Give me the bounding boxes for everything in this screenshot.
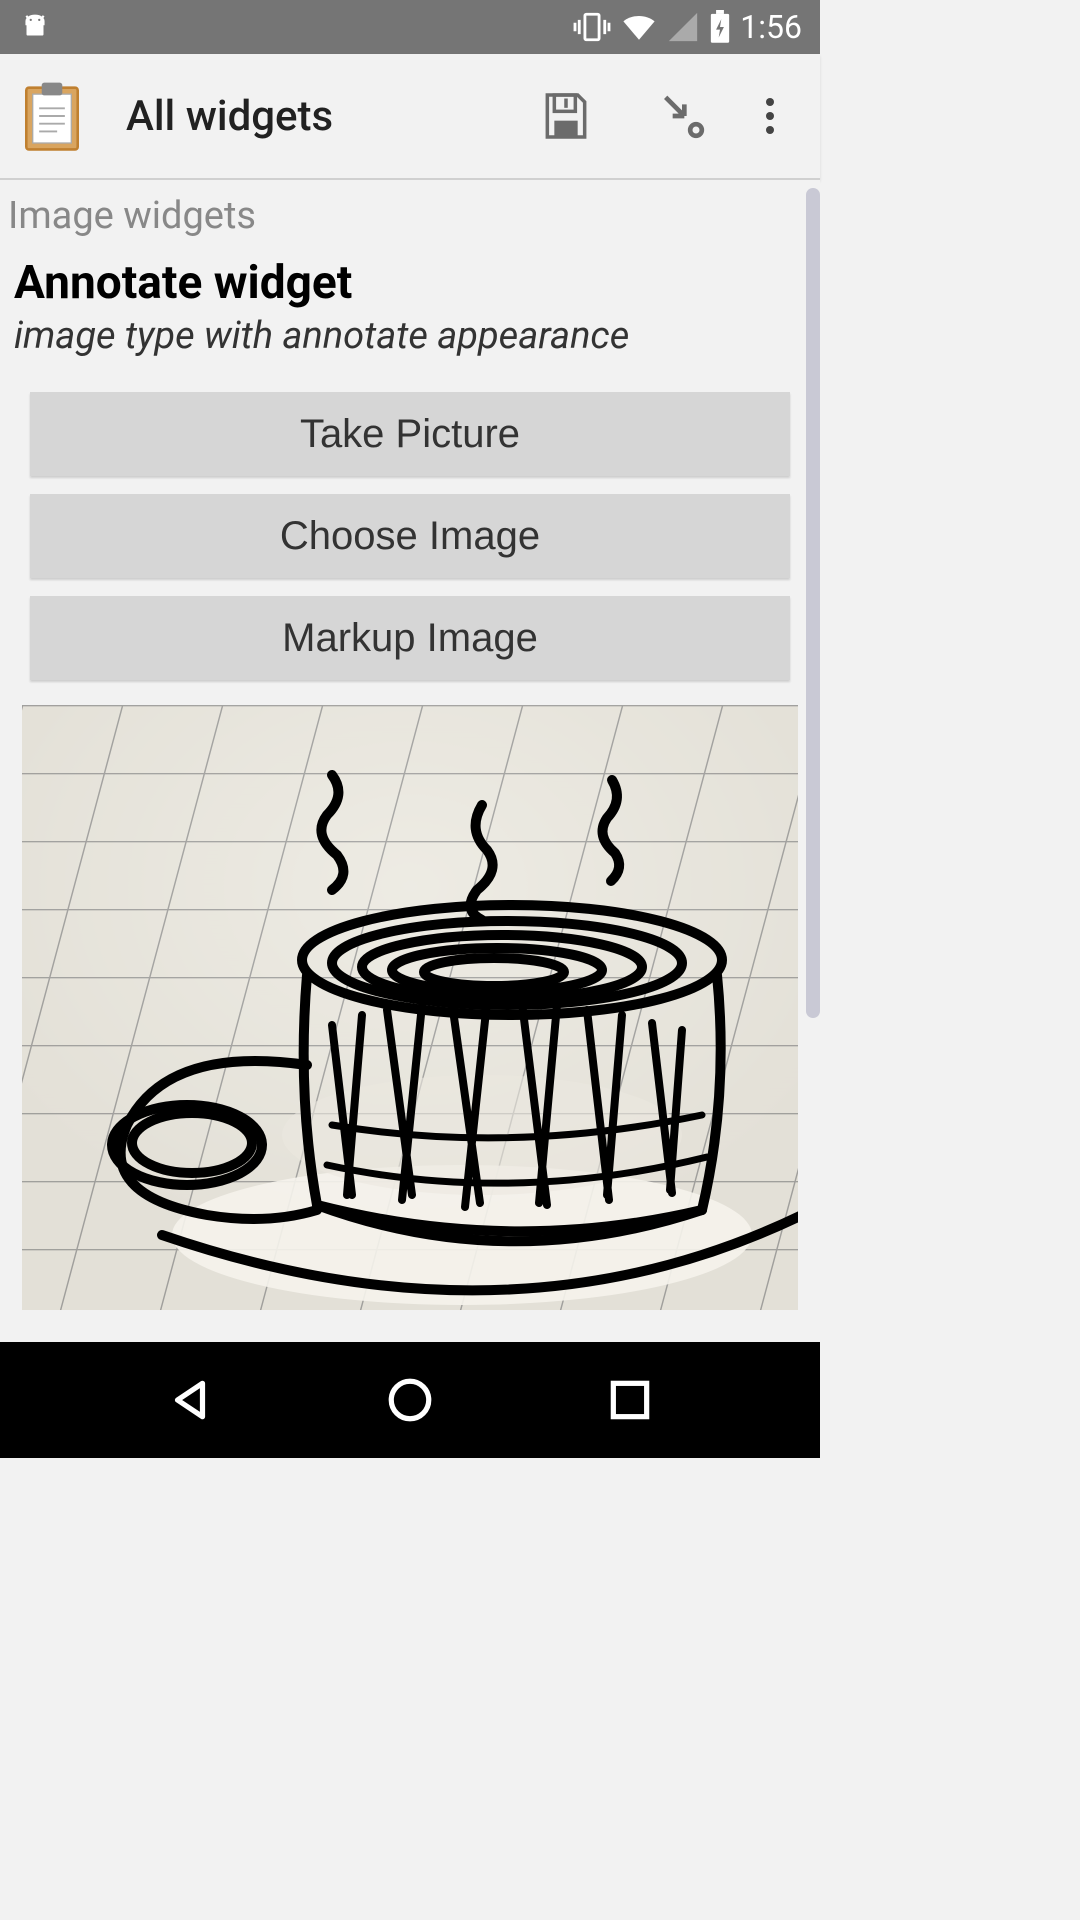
status-bar: 1:56 <box>0 0 820 54</box>
overflow-menu-icon[interactable] <box>740 92 800 140</box>
vibrate-icon <box>572 10 612 44</box>
signal-icon <box>666 10 700 44</box>
battery-charging-icon <box>708 10 732 44</box>
save-icon[interactable] <box>508 88 624 144</box>
section-header: Image widgets <box>0 180 820 246</box>
status-time: 1:56 <box>740 8 802 46</box>
navigation-bar <box>0 1342 820 1458</box>
nav-home-icon[interactable] <box>385 1375 435 1425</box>
widget-title: Annotate widget <box>0 246 820 310</box>
take-picture-button[interactable]: Take Picture <box>30 392 790 476</box>
app-title: All widgets <box>126 92 508 141</box>
choose-image-button[interactable]: Choose Image <box>30 494 790 578</box>
android-head-icon <box>18 10 52 44</box>
nav-recent-icon[interactable] <box>605 1375 655 1425</box>
app-bar: All widgets <box>0 54 820 180</box>
markup-image-button[interactable]: Markup Image <box>30 596 790 680</box>
collapse-arrow-icon[interactable] <box>624 88 740 144</box>
content-area[interactable]: Image widgets Annotate widget image type… <box>0 180 820 1342</box>
scrollbar-thumb[interactable] <box>806 188 820 1018</box>
wifi-icon <box>620 10 658 44</box>
nav-back-icon[interactable] <box>165 1375 215 1425</box>
clipboard-icon[interactable] <box>20 80 126 152</box>
widget-subtitle: image type with annotate appearance <box>0 310 820 374</box>
image-preview[interactable] <box>22 705 798 1310</box>
